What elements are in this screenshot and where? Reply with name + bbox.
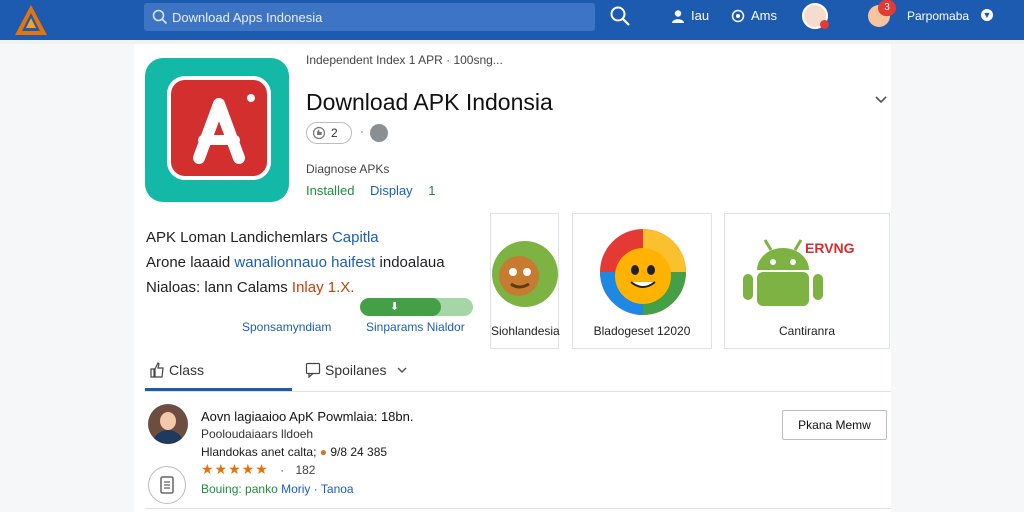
apk-app-icon — [145, 58, 289, 202]
nav-item-settings[interactable]: Ams — [731, 8, 777, 23]
footer-link[interactable]: panko — [245, 482, 278, 496]
top-navigation-bar: Download Apps Indonesia Iau Ams 3 Parpom… — [0, 0, 1024, 40]
nav-item-label: Ams — [751, 8, 777, 23]
rating-value: 2 — [331, 126, 338, 140]
tab-spoilanes[interactable]: Spoilanes — [305, 362, 408, 379]
online-status-dot — [820, 20, 829, 29]
page-title: Download APK Indonsia — [306, 89, 553, 115]
app-top-line: Independent Index 1 APR · 100sng... — [306, 53, 503, 67]
description-line: APK Loman Landichemlars Capitla — [146, 229, 379, 246]
stars-display: ★★★★★ — [201, 461, 269, 477]
screenshot-thumbnail[interactable]: Siohlandesia — [490, 213, 560, 349]
document-icon — [160, 476, 174, 494]
installed-label: Installed — [306, 183, 355, 198]
star-rating: ★★★★★ · 182 — [201, 461, 316, 477]
screenshot-caption: Cantiranra — [778, 324, 836, 338]
notification-badge: 3 — [878, 0, 896, 16]
rating-separator: · — [360, 124, 364, 138]
nav-item-account[interactable]: Iau — [671, 8, 709, 23]
footer-label: Bouing: — [201, 482, 242, 496]
review-text: Hlandokas anet calta; ● 9/8 24 385 — [201, 445, 388, 459]
screenshot-tag: ERVNG — [805, 240, 855, 256]
review-more-button[interactable]: Pkana Memw — [782, 410, 887, 440]
nav-item-label: Iau — [691, 8, 710, 23]
footer-link[interactable]: Tanoa — [321, 482, 354, 496]
globe-icon — [731, 9, 745, 23]
search-icon — [152, 9, 168, 25]
thumbs-up-icon — [150, 361, 164, 378]
description-line: Arone laaaid wanalionnauo haifest indoal… — [146, 254, 445, 271]
right-gutter — [891, 44, 1024, 512]
search-button-icon[interactable] — [609, 5, 631, 27]
document-button[interactable] — [148, 466, 186, 504]
reviewer-avatar[interactable] — [148, 404, 188, 444]
app-description: APK Loman Landichemlars Capitla Arone la… — [146, 225, 445, 300]
screenshot-thumbnail[interactable]: Bladogeset 12020 — [572, 213, 712, 349]
more-options-icon[interactable] — [370, 124, 388, 142]
left-gutter — [0, 44, 134, 512]
tab-bar: Class Spoilanes — [145, 356, 891, 392]
download-progress-bar: ⬇ — [360, 298, 473, 316]
screenshot-caption: Siohlandesia — [491, 324, 560, 338]
display-label[interactable]: Display — [370, 183, 413, 198]
sponsor-link[interactable]: Sponsamyndiam — [242, 320, 331, 334]
rating-pill[interactable]: 2 — [306, 122, 352, 144]
download-icon: ⬇ — [390, 301, 400, 313]
chevron-down-icon — [397, 367, 407, 374]
review-footer: Bouing: panko Moriy · Tanoa — [201, 482, 354, 496]
chevron-down-icon[interactable] — [873, 92, 889, 108]
chevron-down-icon[interactable]: ▼ — [981, 9, 993, 21]
star-count: 182 — [295, 463, 316, 477]
person-icon — [672, 10, 684, 23]
comment-icon — [305, 362, 321, 379]
footer-link[interactable]: Moriy — [281, 482, 310, 496]
screenshot-caption: Bladogeset 12020 — [593, 324, 691, 338]
reviewer-name: Aovn lagiaaioo ApK Powmlaia: 18bn. — [201, 409, 414, 424]
review-subtitle: Pooloudaiaars lldoeh — [201, 427, 314, 441]
app-meta-row: Installed Display 1 — [306, 183, 448, 198]
android-emoji-icon: ● — [319, 445, 327, 459]
description-line: Nialoas: lann Calams Inlay 1.X. — [146, 279, 355, 296]
divider — [145, 508, 891, 509]
screenshot-thumbnail[interactable]: ERVNG Cantiranra — [724, 213, 890, 349]
android-mascot-icon — [492, 241, 558, 307]
tab-class[interactable]: Class — [149, 361, 204, 378]
search-input[interactable]: Download Apps Indonesia — [172, 10, 322, 25]
profile-avatar[interactable] — [802, 3, 829, 29]
search-box[interactable]: Download Apps Indonesia — [144, 3, 595, 31]
app-subtitle: Diagnose APKs — [306, 162, 390, 176]
version-label: 1 — [428, 183, 436, 198]
smiley-app-icon — [600, 229, 686, 315]
site-logo-icon[interactable] — [14, 4, 48, 36]
active-tab-indicator — [145, 388, 292, 391]
user-name-label[interactable]: Parpomaba — [907, 9, 969, 23]
thumbs-up-icon — [312, 126, 326, 140]
details-link[interactable]: Sinparams Nialdor — [366, 320, 465, 334]
